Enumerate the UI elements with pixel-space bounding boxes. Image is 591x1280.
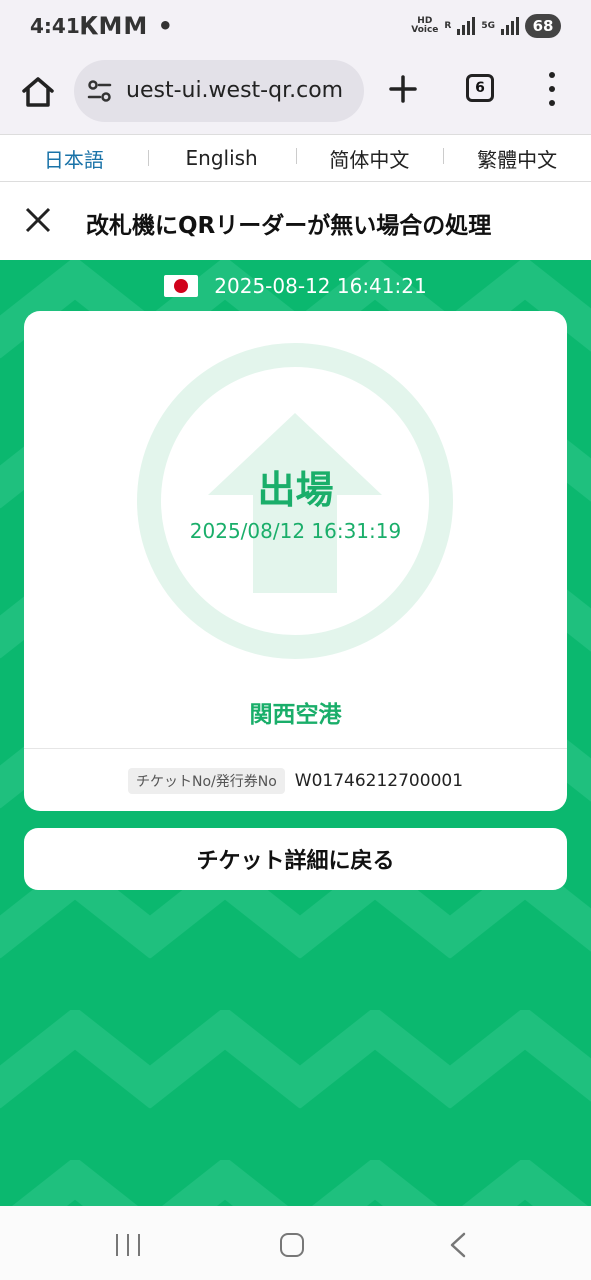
back-nav-icon[interactable] xyxy=(448,1232,468,1258)
url-text[interactable]: uest-ui.west-qr.com xyxy=(126,78,358,103)
page-header: 改札機にQRリーダーが無い場合の処理 xyxy=(0,182,591,260)
japan-flag-icon xyxy=(164,275,199,297)
ticket-status-panel: 2025-08-12 16:41:21 出場 2025/08/12 16:31:… xyxy=(0,260,591,1206)
address-bar[interactable]: uest-ui.west-qr.com xyxy=(74,60,364,122)
close-icon[interactable] xyxy=(24,206,52,234)
language-selector: 日本語 English 简体中文 繁體中文 xyxy=(0,134,591,182)
exit-timestamp: 2025/08/12 16:31:19 xyxy=(189,519,402,543)
lang-simplified-chinese[interactable]: 简体中文 xyxy=(295,144,444,173)
system-nav-bar xyxy=(0,1206,591,1280)
status-bar: 4:41 𝐊MM • HD Voice R 5G 68 xyxy=(0,0,591,56)
exit-status-label: 出場 xyxy=(257,468,334,512)
status-icons: HD Voice R 5G 68 xyxy=(411,14,561,38)
signal-icon xyxy=(457,17,476,35)
notification-icons: 𝐊MM • xyxy=(80,12,174,40)
more-menu-icon[interactable] xyxy=(540,72,564,106)
back-to-ticket-details-button[interactable]: チケット詳細に戻る xyxy=(24,828,567,890)
lang-english[interactable]: English xyxy=(147,146,296,170)
lang-traditional-chinese[interactable]: 繁體中文 xyxy=(443,144,591,173)
current-datetime-row: 2025-08-12 16:41:21 xyxy=(0,272,591,300)
ticket-number-row: チケットNo/発行券No W01746212700001 xyxy=(24,768,567,794)
current-datetime: 2025-08-12 16:41:21 xyxy=(214,274,427,298)
signal-icon-2 xyxy=(501,17,519,35)
site-settings-icon[interactable] xyxy=(86,77,114,105)
roaming-icon: R xyxy=(444,20,452,31)
status-time: 4:41 xyxy=(30,14,80,38)
home-icon[interactable] xyxy=(20,74,56,110)
station-name: 関西空港 xyxy=(249,702,342,728)
ticket-card: 出場 2025/08/12 16:31:19 関西空港 チケットNo/発行券No… xyxy=(24,311,567,811)
hd-voice-icon: HD Voice xyxy=(411,16,439,35)
ticket-number-label: チケットNo/発行券No xyxy=(127,768,285,794)
card-divider xyxy=(24,748,567,749)
page-title: 改札機にQRリーダーが無い場合の処理 xyxy=(86,213,492,239)
lang-japanese[interactable]: 日本語 xyxy=(0,144,148,173)
network-5g-icon: 5G xyxy=(481,20,495,31)
tab-switcher-button[interactable]: 6 xyxy=(466,74,494,102)
battery-icon: 68 xyxy=(525,14,561,38)
home-nav-icon[interactable] xyxy=(280,1233,304,1257)
new-tab-icon[interactable] xyxy=(386,72,420,106)
recent-apps-icon[interactable] xyxy=(116,1234,140,1256)
browser-toolbar: uest-ui.west-qr.com 6 xyxy=(0,56,591,134)
ticket-number-value: W01746212700001 xyxy=(294,771,464,791)
